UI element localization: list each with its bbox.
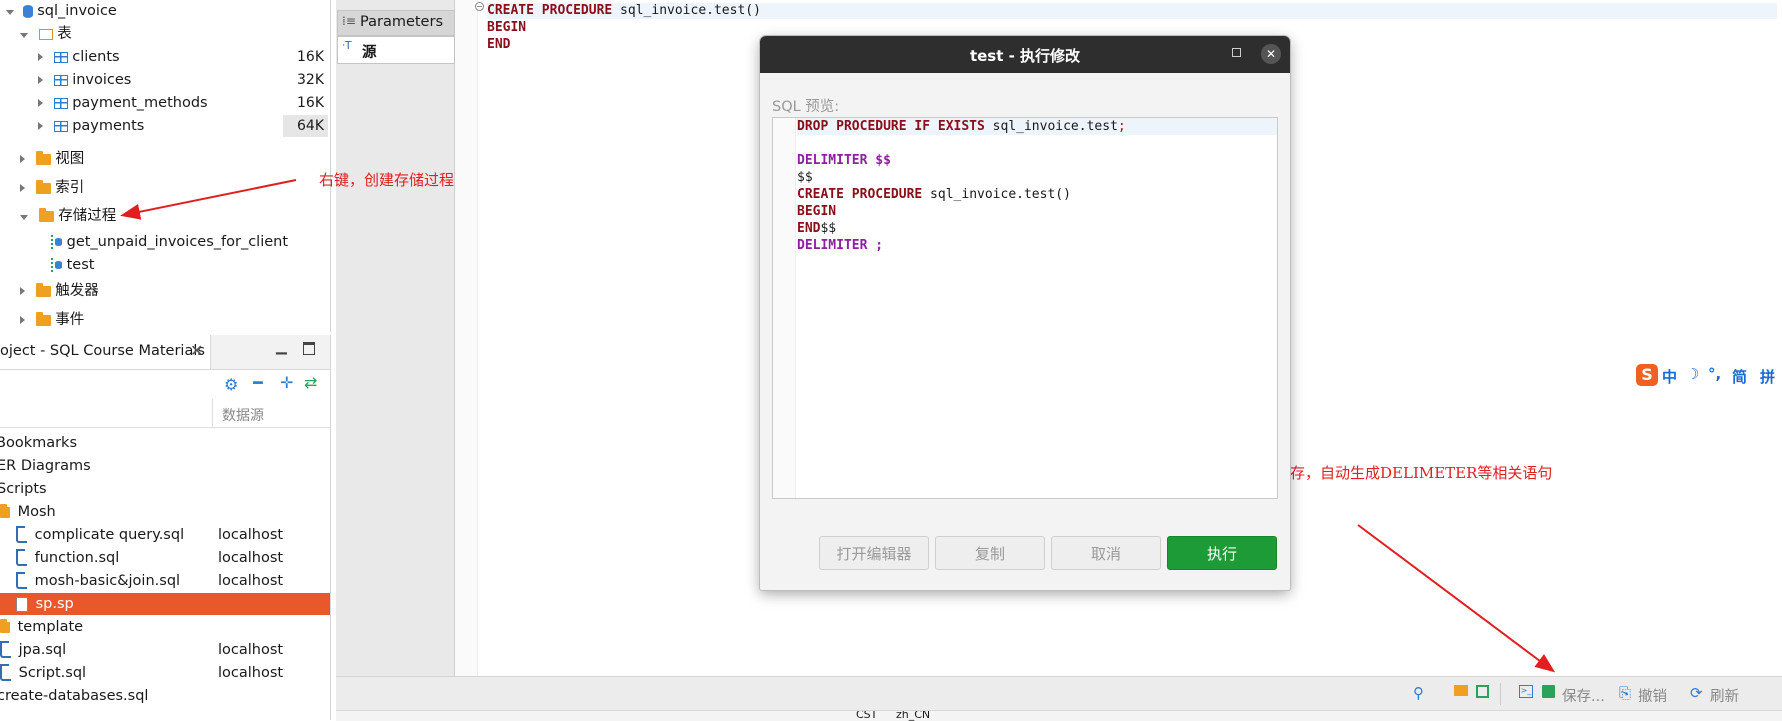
preview-line-8: DELIMITER ;	[797, 238, 884, 253]
dialog-title: test - 执行修改	[969, 47, 1081, 65]
execute-changes-dialog: test - 执行修改 ✕ SQL 预览: DROP PROCEDURE IF …	[760, 36, 1290, 590]
arrow-to-save-button	[1357, 524, 1556, 673]
dialog-titlebar[interactable]: test - 执行修改 ✕	[760, 36, 1290, 73]
preview-line-4: $$	[797, 170, 813, 185]
preview-line-5: CREATE PROCEDURE sql_invoice.test()	[797, 187, 1071, 202]
preview-line-1: DROP PROCEDURE IF EXISTS sql_invoice.tes…	[797, 118, 1277, 135]
copy-button[interactable]: 复制	[935, 536, 1045, 570]
dialog-maximize-icon[interactable]	[1232, 48, 1241, 57]
preview-line-7: END$$	[797, 221, 837, 236]
preview-line-3: DELIMITER $$	[797, 153, 891, 168]
sql-preview-label: SQL 预览:	[772, 99, 840, 115]
dialog-close-icon[interactable]: ✕	[1261, 44, 1281, 64]
sql-preview-box[interactable]: DROP PROCEDURE IF EXISTS sql_invoice.tes…	[772, 117, 1278, 499]
execute-button[interactable]: 执行	[1167, 536, 1277, 570]
cancel-button[interactable]: 取消	[1051, 536, 1161, 570]
preview-gutter	[773, 118, 796, 498]
arrow-to-procedures-folder	[120, 179, 297, 220]
open-editor-button[interactable]: 打开编辑器	[819, 536, 929, 570]
preview-line-6: BEGIN	[797, 204, 837, 219]
